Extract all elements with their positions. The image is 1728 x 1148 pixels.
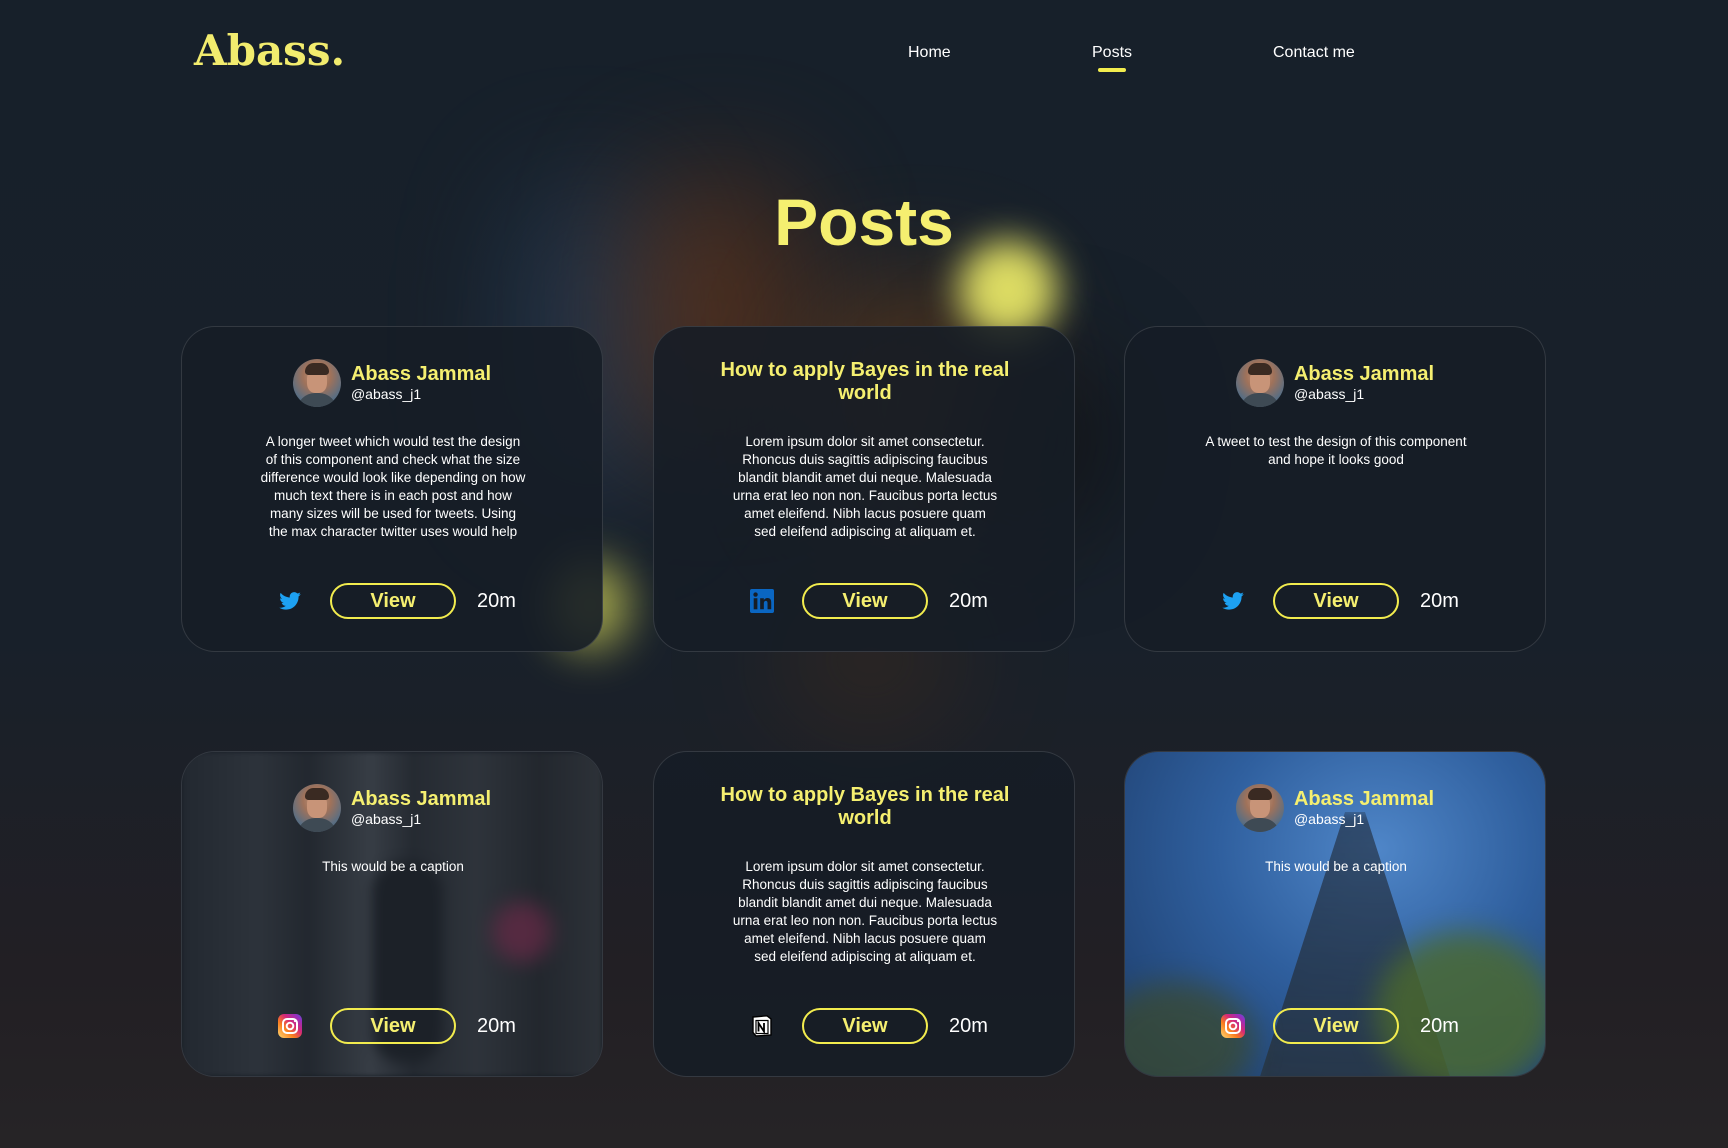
avatar bbox=[1235, 359, 1284, 407]
view-button[interactable]: View bbox=[1273, 1008, 1399, 1044]
view-button[interactable]: View bbox=[330, 1008, 456, 1044]
post-text: Lorem ipsum dolor sit amet consectetur. … bbox=[732, 859, 998, 964]
post-time: 20m bbox=[949, 590, 988, 612]
post-card: Abass Jammal @abass_j1 A longer tweet wh… bbox=[181, 326, 603, 652]
post-time: 20m bbox=[949, 1015, 988, 1037]
post-card: Abass Jammal @abass_j1 A tweet to test t… bbox=[1124, 326, 1546, 652]
instagram-icon bbox=[1221, 1014, 1245, 1038]
twitter-icon bbox=[278, 589, 302, 613]
nav-contact[interactable]: Contact me bbox=[1273, 44, 1355, 62]
site-logo[interactable]: Abass. bbox=[194, 26, 345, 75]
view-button[interactable]: View bbox=[802, 1008, 928, 1044]
avatar bbox=[292, 784, 341, 832]
post-text: Lorem ipsum dolor sit amet consectetur. … bbox=[732, 434, 998, 539]
author-name: Abass Jammal bbox=[350, 788, 492, 810]
post-author: Abass Jammal @abass_j1 bbox=[1125, 784, 1545, 832]
author-handle: @abass_j1 bbox=[350, 386, 422, 402]
view-button[interactable]: View bbox=[330, 583, 456, 619]
nav-posts[interactable]: Posts bbox=[1092, 44, 1132, 62]
view-button[interactable]: View bbox=[1273, 583, 1399, 619]
post-author: Abass Jammal @abass_j1 bbox=[1125, 359, 1545, 407]
post-footer: View 20m bbox=[1125, 583, 1545, 619]
post-card: Abass Jammal @abass_j1 This would be a c… bbox=[181, 751, 603, 1077]
post-text: A longer tweet which would test the desi… bbox=[260, 434, 526, 539]
author-handle: @abass_j1 bbox=[1293, 386, 1365, 402]
post-time: 20m bbox=[1420, 1015, 1459, 1037]
nav-active-indicator bbox=[1098, 68, 1126, 72]
post-card: How to apply Bayes in the real world Lor… bbox=[653, 326, 1075, 652]
post-footer: View 20m bbox=[1125, 1008, 1545, 1044]
author-name: Abass Jammal bbox=[1293, 788, 1435, 810]
avatar bbox=[292, 359, 341, 407]
author-name: Abass Jammal bbox=[350, 363, 492, 385]
post-text: A tweet to test the design of this compo… bbox=[1205, 434, 1467, 467]
author-handle: @abass_j1 bbox=[350, 811, 422, 827]
linkedin-icon bbox=[750, 589, 774, 613]
post-card: How to apply Bayes in the real world Lor… bbox=[653, 751, 1075, 1077]
post-footer: View 20m bbox=[654, 583, 1074, 619]
nav-home[interactable]: Home bbox=[908, 44, 951, 62]
post-author: Abass Jammal @abass_j1 bbox=[182, 784, 602, 832]
post-time: 20m bbox=[477, 1015, 516, 1037]
notion-icon bbox=[750, 1014, 774, 1038]
author-name: Abass Jammal bbox=[1293, 363, 1435, 385]
post-author: Abass Jammal @abass_j1 bbox=[182, 359, 602, 407]
post-time: 20m bbox=[477, 590, 516, 612]
author-handle: @abass_j1 bbox=[1293, 811, 1365, 827]
post-title: How to apply Bayes in the real world bbox=[720, 359, 1010, 404]
post-time: 20m bbox=[1420, 590, 1459, 612]
post-footer: View 20m bbox=[182, 1008, 602, 1044]
post-footer: View 20m bbox=[654, 1008, 1074, 1044]
twitter-icon bbox=[1221, 589, 1245, 613]
post-card: Abass Jammal @abass_j1 This would be a c… bbox=[1124, 751, 1546, 1077]
page-title: Posts bbox=[774, 185, 954, 259]
site-header: Abass. Home Posts Contact me bbox=[0, 0, 1728, 110]
avatar bbox=[1235, 784, 1284, 832]
post-caption: This would be a caption bbox=[322, 859, 464, 874]
view-button[interactable]: View bbox=[802, 583, 928, 619]
post-caption: This would be a caption bbox=[1265, 859, 1407, 874]
post-footer: View 20m bbox=[182, 583, 602, 619]
post-title: How to apply Bayes in the real world bbox=[720, 784, 1010, 829]
instagram-icon bbox=[278, 1014, 302, 1038]
